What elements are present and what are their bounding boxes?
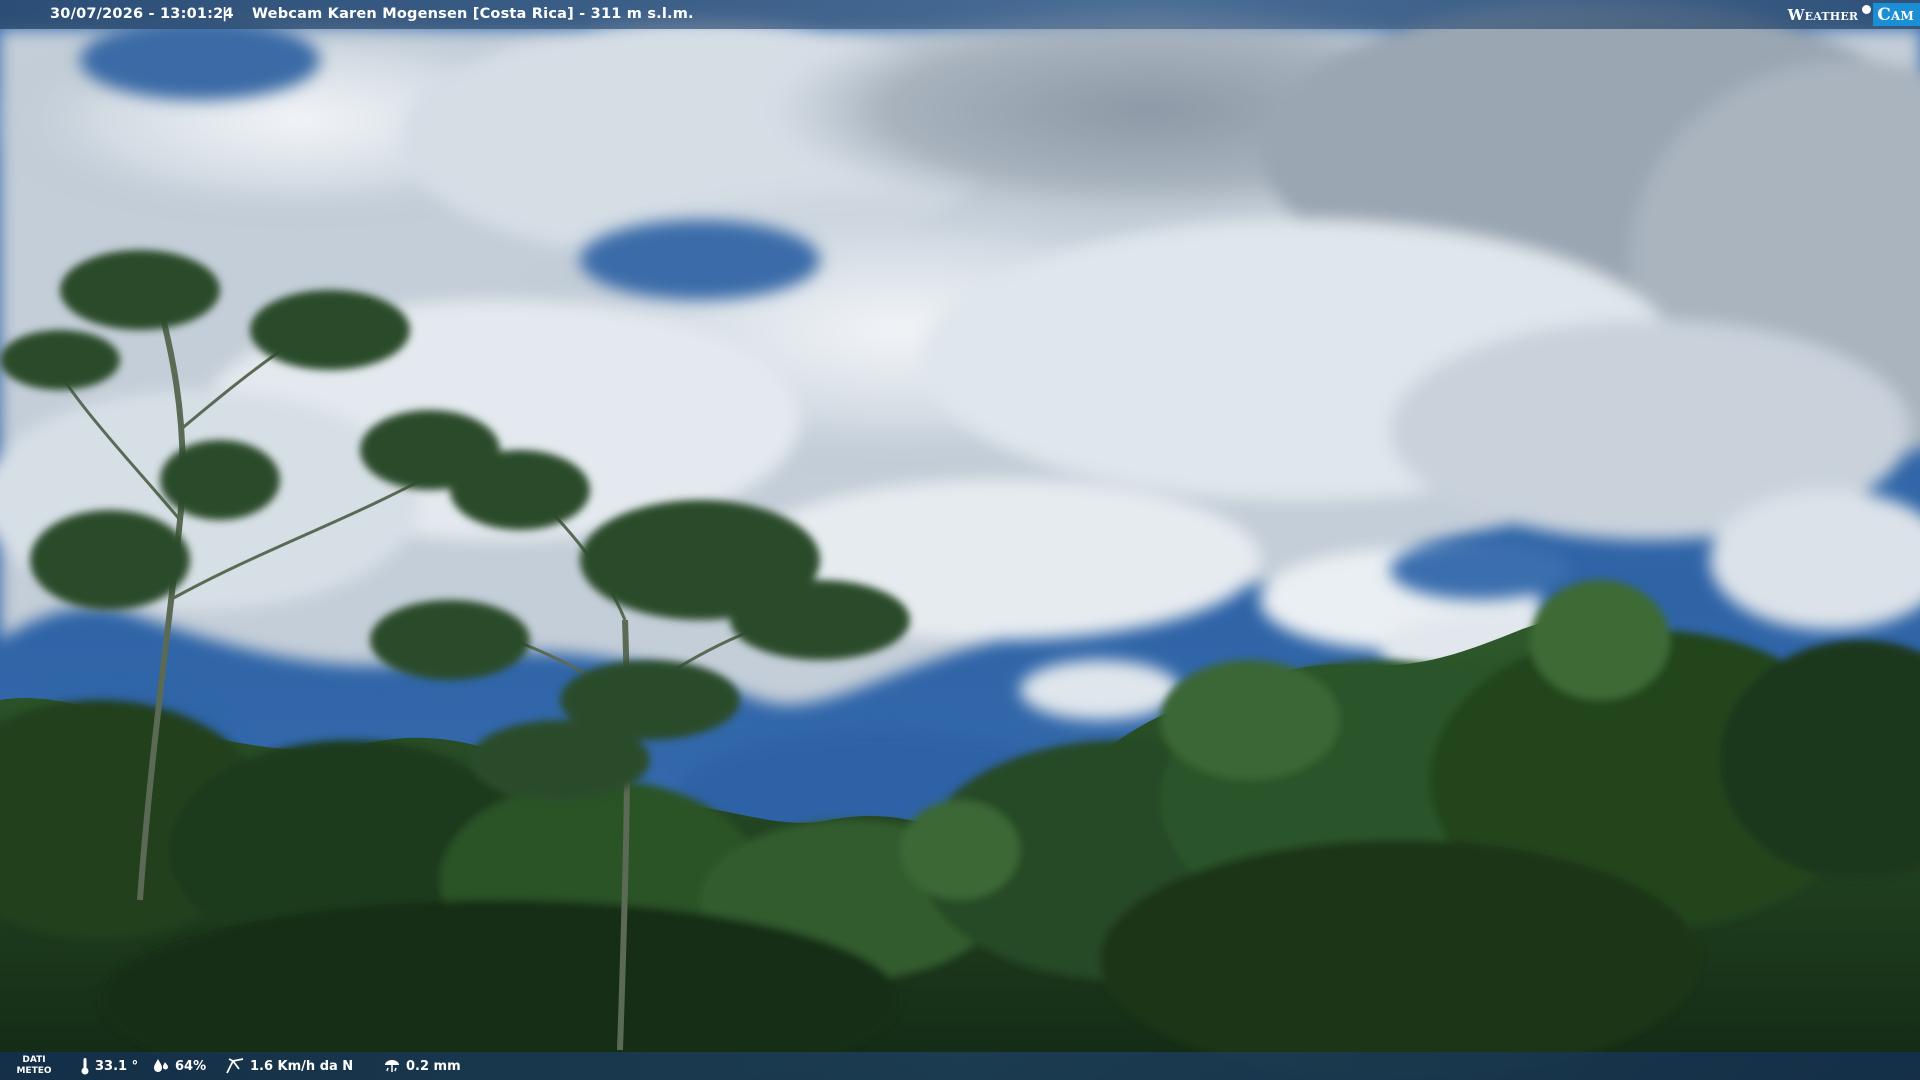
header-separator: | [222,6,228,22]
wind-readout: 1.6 Km/h da N [225,1057,353,1075]
thermometer-icon [81,1058,89,1075]
logo-cam-text: Cam [1873,3,1920,26]
temperature-value: 33.1 ° [95,1058,139,1074]
wind-icon [226,1058,244,1074]
temperature-readout: 33.1 ° [80,1057,138,1075]
logo-dot-icon [1862,5,1872,14]
wind-value: 1.6 Km/h da N [250,1058,354,1074]
weather-data-label-line1: DATI [22,1055,46,1065]
webcam-title: Webcam Karen Mogensen [Costa Rica] - 311… [252,6,694,22]
logo-weather-text: Weather [1787,5,1859,24]
humidity-readout: 64% [152,1057,206,1075]
weather-data-label: DATI METEO [14,1055,54,1077]
rain-readout: 0.2 mm [383,1057,461,1075]
webcam-image [0,0,1920,1080]
rain-gauge-icon [385,1060,399,1072]
humidity-value: 64% [175,1058,207,1074]
weather-data-bar: DATI METEO 33.1 ° 64% 1.6 Km/h da N 0.2 … [0,1052,1920,1080]
weather-data-label-line2: METEO [16,1066,52,1076]
weathercam-logo[interactable]: Weather Cam [1788,0,1920,29]
humidity-icon [154,1059,168,1072]
rain-value: 0.2 mm [406,1058,461,1074]
top-info-bar: 30/07/2026 - 13:01:24 | Webcam Karen Mog… [0,0,1920,29]
timestamp: 30/07/2026 - 13:01:24 [50,6,234,22]
